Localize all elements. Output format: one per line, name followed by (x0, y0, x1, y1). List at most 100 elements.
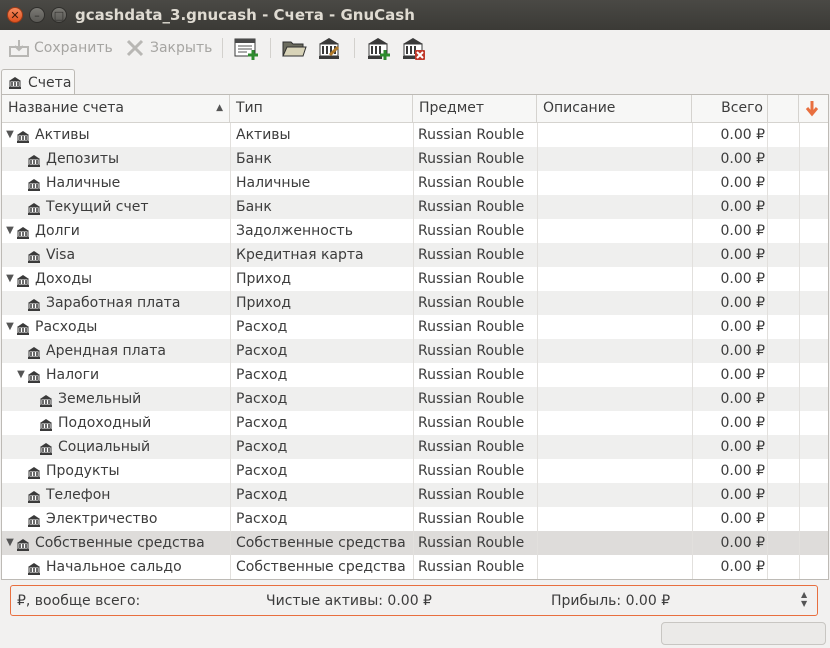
account-row[interactable]: Телефон Расход Russian Rouble 0.00 ₽ (2, 483, 828, 507)
account-description (537, 171, 692, 195)
account-row[interactable]: ▼ Расходы Расход Russian Rouble 0.00 ₽ (2, 315, 828, 339)
column-header-row: Название счета ▲ Тип Предмет Описание Вс… (2, 95, 828, 123)
status-bar (0, 620, 830, 648)
close-window-icon[interactable]: ✕ (7, 7, 23, 23)
save-button[interactable]: Сохранить (8, 36, 113, 60)
bank-icon (16, 224, 30, 239)
account-name: Начальное сальдо (46, 559, 182, 575)
account-row[interactable]: Текущий счет Банк Russian Rouble 0.00 ₽ (2, 195, 828, 219)
summary-bar[interactable]: ₽, вообще всего: Чистые активы: 0.00 ₽ П… (10, 585, 818, 616)
close-label: Закрыть (150, 40, 213, 56)
open-folder-icon[interactable] (281, 35, 307, 61)
account-name-cell[interactable]: ▼ Налоги (2, 363, 230, 387)
column-divider (799, 243, 800, 267)
account-name-cell[interactable]: ▼ Долги (2, 219, 230, 243)
account-commodity: Russian Rouble (413, 123, 537, 147)
close-button[interactable]: Закрыть (124, 36, 212, 60)
tab-accounts[interactable]: Счета (1, 69, 75, 95)
expander-icon[interactable]: ▼ (4, 267, 16, 291)
column-chooser[interactable] (799, 95, 828, 122)
bank-icon (16, 320, 30, 335)
account-row[interactable]: Продукты Расход Russian Rouble 0.00 ₽ (2, 459, 828, 483)
account-name-cell[interactable]: Электричество (2, 507, 230, 531)
account-name-cell[interactable]: ▼ Расходы (2, 315, 230, 339)
account-name-cell[interactable]: ▼ Собственные средства (2, 531, 230, 555)
account-name-cell[interactable]: Арендная плата (2, 339, 230, 363)
account-row[interactable]: Visa Кредитная карта Russian Rouble 0.00 ₽ (2, 243, 828, 267)
account-name-cell[interactable]: Депозиты (2, 147, 230, 171)
account-row[interactable]: Подоходный Расход Russian Rouble 0.00 ₽ (2, 411, 828, 435)
column-divider (799, 363, 800, 387)
account-name-cell[interactable]: Подоходный (2, 411, 230, 435)
column-divider (799, 459, 800, 483)
account-row[interactable]: Электричество Расход Russian Rouble 0.00 ₽ (2, 507, 828, 531)
account-name-cell[interactable]: Социальный (2, 435, 230, 459)
account-name-cell[interactable]: Текущий счет (2, 195, 230, 219)
account-row[interactable]: ▼ Долги Задолженность Russian Rouble 0.00 ₽ (2, 219, 828, 243)
account-description (537, 315, 692, 339)
bank-icon (39, 416, 53, 431)
account-name-cell[interactable]: ▼ Доходы (2, 267, 230, 291)
account-row[interactable]: ▼ Доходы Приход Russian Rouble 0.00 ₽ (2, 267, 828, 291)
new-account-icon[interactable] (365, 35, 391, 61)
account-row[interactable]: ▼ Активы Активы Russian Rouble 0.00 ₽ (2, 123, 828, 147)
account-name-cell[interactable]: Visa (2, 243, 230, 267)
delete-account-icon[interactable] (400, 35, 426, 61)
account-commodity: Russian Rouble (413, 435, 537, 459)
account-name-cell[interactable]: Телефон (2, 483, 230, 507)
account-name-cell[interactable]: Заработная плата (2, 291, 230, 315)
account-row[interactable]: Заработная плата Приход Russian Rouble 0.00… (2, 291, 828, 315)
expander-icon[interactable]: ▼ (15, 363, 27, 387)
account-row[interactable]: Начальное сальдо Собственные средства Russ… (2, 555, 828, 579)
column-divider (799, 123, 800, 147)
account-name-cell[interactable]: Земельный (2, 387, 230, 411)
account-name: Собственные средства (35, 535, 205, 551)
column-divider (799, 387, 800, 411)
account-name-cell[interactable]: Наличные (2, 171, 230, 195)
column-header-name[interactable]: Название счета ▲ (2, 95, 230, 122)
account-name: Расходы (35, 319, 98, 335)
account-name-cell[interactable]: Продукты (2, 459, 230, 483)
account-name: Доходы (35, 271, 93, 287)
edit-account-icon[interactable] (316, 35, 342, 61)
account-row[interactable]: Арендная плата Расход Russian Rouble 0.00 ₽ (2, 339, 828, 363)
account-name: Наличные (46, 175, 121, 191)
column-divider (799, 195, 800, 219)
expander-icon[interactable]: ▼ (4, 315, 16, 339)
account-type: Расход (230, 339, 413, 363)
column-header-commodity[interactable]: Предмет (413, 95, 537, 122)
account-row[interactable]: ▼ Налоги Расход Russian Rouble 0.00 ₽ (2, 363, 828, 387)
account-type: Расход (230, 363, 413, 387)
summary-spinner-icon[interactable]: ▲ ▼ (801, 590, 807, 608)
account-type: Расход (230, 483, 413, 507)
account-description (537, 507, 692, 531)
account-type: Расход (230, 411, 413, 435)
account-row[interactable]: Депозиты Банк Russian Rouble 0.00 ₽ (2, 147, 828, 171)
account-total: 0.00 ₽ (692, 123, 768, 147)
new-transaction-icon[interactable] (233, 35, 259, 61)
account-commodity: Russian Rouble (413, 315, 537, 339)
column-header-description[interactable]: Описание (537, 95, 692, 122)
account-description (537, 219, 692, 243)
account-row[interactable]: Социальный Расход Russian Rouble 0.00 ₽ (2, 435, 828, 459)
column-header-type[interactable]: Тип (230, 95, 413, 122)
account-name: Заработная плата (46, 295, 181, 311)
account-name-cell[interactable]: ▼ Активы (2, 123, 230, 147)
account-name-cell[interactable]: Начальное сальдо (2, 555, 230, 579)
bank-icon (27, 176, 41, 191)
maximize-window-icon[interactable]: □ (51, 7, 67, 23)
account-total: 0.00 ₽ (692, 147, 768, 171)
expander-icon[interactable]: ▼ (4, 531, 16, 555)
account-total: 0.00 ₽ (692, 315, 768, 339)
account-row[interactable]: ▼ Собственные средства Собственные средств… (2, 531, 828, 555)
bank-icon (27, 296, 41, 311)
account-row[interactable]: Наличные Наличные Russian Rouble 0.00 ₽ (2, 171, 828, 195)
column-divider (799, 171, 800, 195)
account-description (537, 531, 692, 555)
minimize-window-icon[interactable]: – (29, 7, 45, 23)
window-title: gcashdata_3.gnucash - Счета - GnuCash (75, 6, 415, 24)
expander-icon[interactable]: ▼ (4, 123, 16, 147)
column-header-total[interactable]: Всего (692, 95, 768, 122)
expander-icon[interactable]: ▼ (4, 219, 16, 243)
account-row[interactable]: Земельный Расход Russian Rouble 0.00 ₽ (2, 387, 828, 411)
